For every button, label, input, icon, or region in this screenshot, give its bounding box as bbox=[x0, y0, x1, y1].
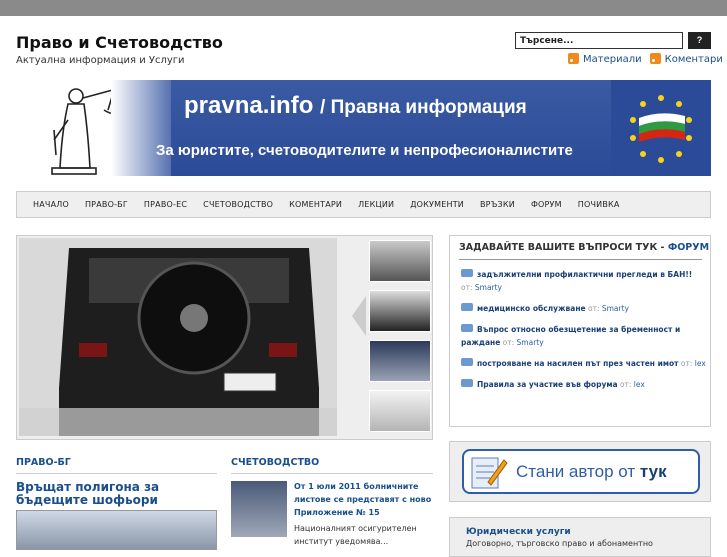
forum-post-title[interactable]: построяване на насилен път през частен и… bbox=[477, 359, 678, 368]
forum-post-title[interactable]: Правила за участие във форума bbox=[477, 380, 618, 389]
forum-widget-title: ЗАДАВАЙТЕ ВАШИТЕ ВЪПРОСИ ТУК - ФОРУМ bbox=[459, 242, 709, 253]
nav-item-accounting[interactable]: СЧЕТОВОДСТВО bbox=[195, 200, 281, 209]
slider-prev-arrow[interactable] bbox=[352, 296, 366, 336]
forum-post-title[interactable]: задължителни профилактични прегледи в БА… bbox=[477, 270, 692, 279]
pen-paper-icon bbox=[471, 457, 508, 488]
become-author-widget: Стани автор от тук bbox=[449, 441, 711, 502]
post-arrow-icon bbox=[461, 379, 473, 387]
pravo-bg-article-image[interactable] bbox=[16, 510, 217, 550]
top-bar bbox=[0, 0, 727, 16]
search-button[interactable]: ? bbox=[688, 32, 711, 49]
forum-post-title[interactable]: медицинско обслужване bbox=[477, 304, 586, 313]
post-arrow-icon bbox=[461, 358, 473, 366]
forum-post: задължителни профилактични прегледи в БА… bbox=[461, 268, 706, 294]
slider-thumbnail[interactable] bbox=[369, 390, 431, 432]
become-author-link[interactable]: тук bbox=[640, 462, 667, 481]
pravo-bg-heading[interactable]: ПРАВО-БГ bbox=[16, 457, 71, 468]
nav-item-comments[interactable]: КОМЕНТАРИ bbox=[281, 200, 350, 209]
legal-services-title[interactable]: Юридически услуги bbox=[466, 527, 571, 537]
accounting-divider bbox=[231, 473, 433, 474]
feed-links: Материали Коментари bbox=[568, 53, 723, 65]
forum-post-by: от: bbox=[619, 380, 632, 389]
forum-link[interactable]: ФОРУМ bbox=[668, 242, 709, 253]
forum-post-author[interactable]: lex bbox=[634, 380, 645, 389]
nav-item-home[interactable]: НАЧАЛО bbox=[25, 200, 77, 209]
forum-post-by: от: bbox=[587, 304, 600, 313]
become-author-text: Стани автор от тук bbox=[516, 462, 667, 482]
forum-post-list: задължителни профилактични прегледи в БА… bbox=[461, 268, 706, 399]
main-navigation: НАЧАЛО ПРАВО-БГ ПРАВО-ЕС СЧЕТОВОДСТВО КО… bbox=[16, 191, 711, 218]
accounting-article-excerpt: Националният осигурителен институт уведо… bbox=[294, 524, 417, 546]
materials-feed-label: Материали bbox=[583, 54, 642, 65]
comments-feed-link[interactable]: Коментари bbox=[649, 53, 723, 65]
featured-slider[interactable] bbox=[16, 235, 433, 440]
comments-feed-label: Коментари bbox=[664, 54, 723, 65]
legal-services-widget: Юридически услуги Договорно, търговско п… bbox=[449, 517, 711, 557]
forum-post-author[interactable]: Smarty bbox=[517, 338, 544, 347]
post-arrow-icon bbox=[461, 269, 473, 277]
featured-slide-image[interactable] bbox=[19, 238, 337, 436]
forum-post: построяване на насилен път през частен и… bbox=[461, 357, 706, 370]
nav-item-documents[interactable]: ДОКУМЕНТИ bbox=[402, 200, 472, 209]
nav-item-links[interactable]: ВРЪЗКИ bbox=[472, 200, 523, 209]
banner-site-suffix: / Правна информация bbox=[320, 97, 527, 118]
accounting-article-image[interactable] bbox=[231, 481, 287, 537]
post-arrow-icon bbox=[461, 303, 473, 311]
forum-post-by: от: bbox=[502, 338, 515, 347]
slider-thumbnail[interactable] bbox=[369, 340, 431, 382]
materials-feed-link[interactable]: Материали bbox=[568, 53, 642, 65]
forum-post-by: от: bbox=[461, 283, 473, 292]
forum-post: Правила за участие във форума от: lex bbox=[461, 378, 706, 391]
rss-icon bbox=[568, 53, 579, 64]
rss-icon bbox=[649, 53, 661, 64]
become-author-label: Стани автор от bbox=[516, 461, 636, 481]
banner-title: pravna.info / Правна информация bbox=[184, 92, 527, 120]
eu-stars-flag-icon bbox=[630, 95, 692, 163]
forum-post-author[interactable]: Smarty bbox=[475, 283, 502, 292]
site-tagline: Актуална информация и Услуги bbox=[16, 55, 185, 66]
slider-thumbnail[interactable] bbox=[369, 240, 431, 282]
header-banner[interactable]: pravna.info / Правна информация За юрист… bbox=[16, 80, 711, 176]
pravo-bg-divider bbox=[16, 473, 217, 474]
forum-post-by: от: bbox=[680, 359, 693, 368]
eu-bulgaria-flag bbox=[611, 80, 711, 176]
accounting-article-title[interactable]: От 1 юли 2011 болничните листове се пред… bbox=[294, 480, 434, 519]
pravo-bg-article-title[interactable]: Връщат полигона за бъдещите шофьори bbox=[16, 481, 216, 507]
post-arrow-icon bbox=[461, 324, 473, 332]
nav-item-pravo-es[interactable]: ПРАВО-ЕС bbox=[136, 200, 195, 209]
slider-thumbnail[interactable] bbox=[369, 290, 431, 332]
nav-item-pravo-bg[interactable]: ПРАВО-БГ bbox=[77, 200, 136, 209]
site-title[interactable]: Право и Счетоводство bbox=[16, 33, 223, 52]
forum-divider bbox=[459, 259, 702, 260]
forum-post: Въпрос относно обезщетение за бременност… bbox=[461, 323, 706, 349]
nav-item-forum[interactable]: ФОРУМ bbox=[523, 200, 570, 209]
search-input[interactable] bbox=[515, 32, 683, 49]
forum-post-author[interactable]: lex bbox=[695, 359, 706, 368]
nav-item-leisure[interactable]: ПОЧИВКА bbox=[570, 200, 628, 209]
suv-rear-image bbox=[19, 238, 337, 436]
become-author-button[interactable]: Стани автор от тук bbox=[462, 449, 700, 494]
nav-item-lectures[interactable]: ЛЕКЦИИ bbox=[350, 200, 402, 209]
forum-widget-title-text: ЗАДАВАЙТЕ ВАШИТЕ ВЪПРОСИ ТУК - bbox=[459, 242, 668, 253]
accounting-heading[interactable]: СЧЕТОВОДСТВО bbox=[231, 457, 319, 468]
legal-services-description: Договорно, търговско право и абонаментно bbox=[466, 539, 653, 548]
slider-thumbnails bbox=[369, 240, 431, 436]
banner-site-name: pravna.info bbox=[184, 92, 314, 119]
forum-post-author[interactable]: Smarty bbox=[602, 304, 629, 313]
forum-post: медицинско обслужване от: Smarty bbox=[461, 302, 706, 315]
forum-widget: ЗАДАВАЙТЕ ВАШИТЕ ВЪПРОСИ ТУК - ФОРУМ зад… bbox=[449, 235, 711, 427]
banner-tagline: За юристите, счетоводителите и непрофеси… bbox=[156, 142, 573, 159]
forum-post-title[interactable]: Въпрос относно обезщетение за бременност… bbox=[461, 325, 680, 347]
